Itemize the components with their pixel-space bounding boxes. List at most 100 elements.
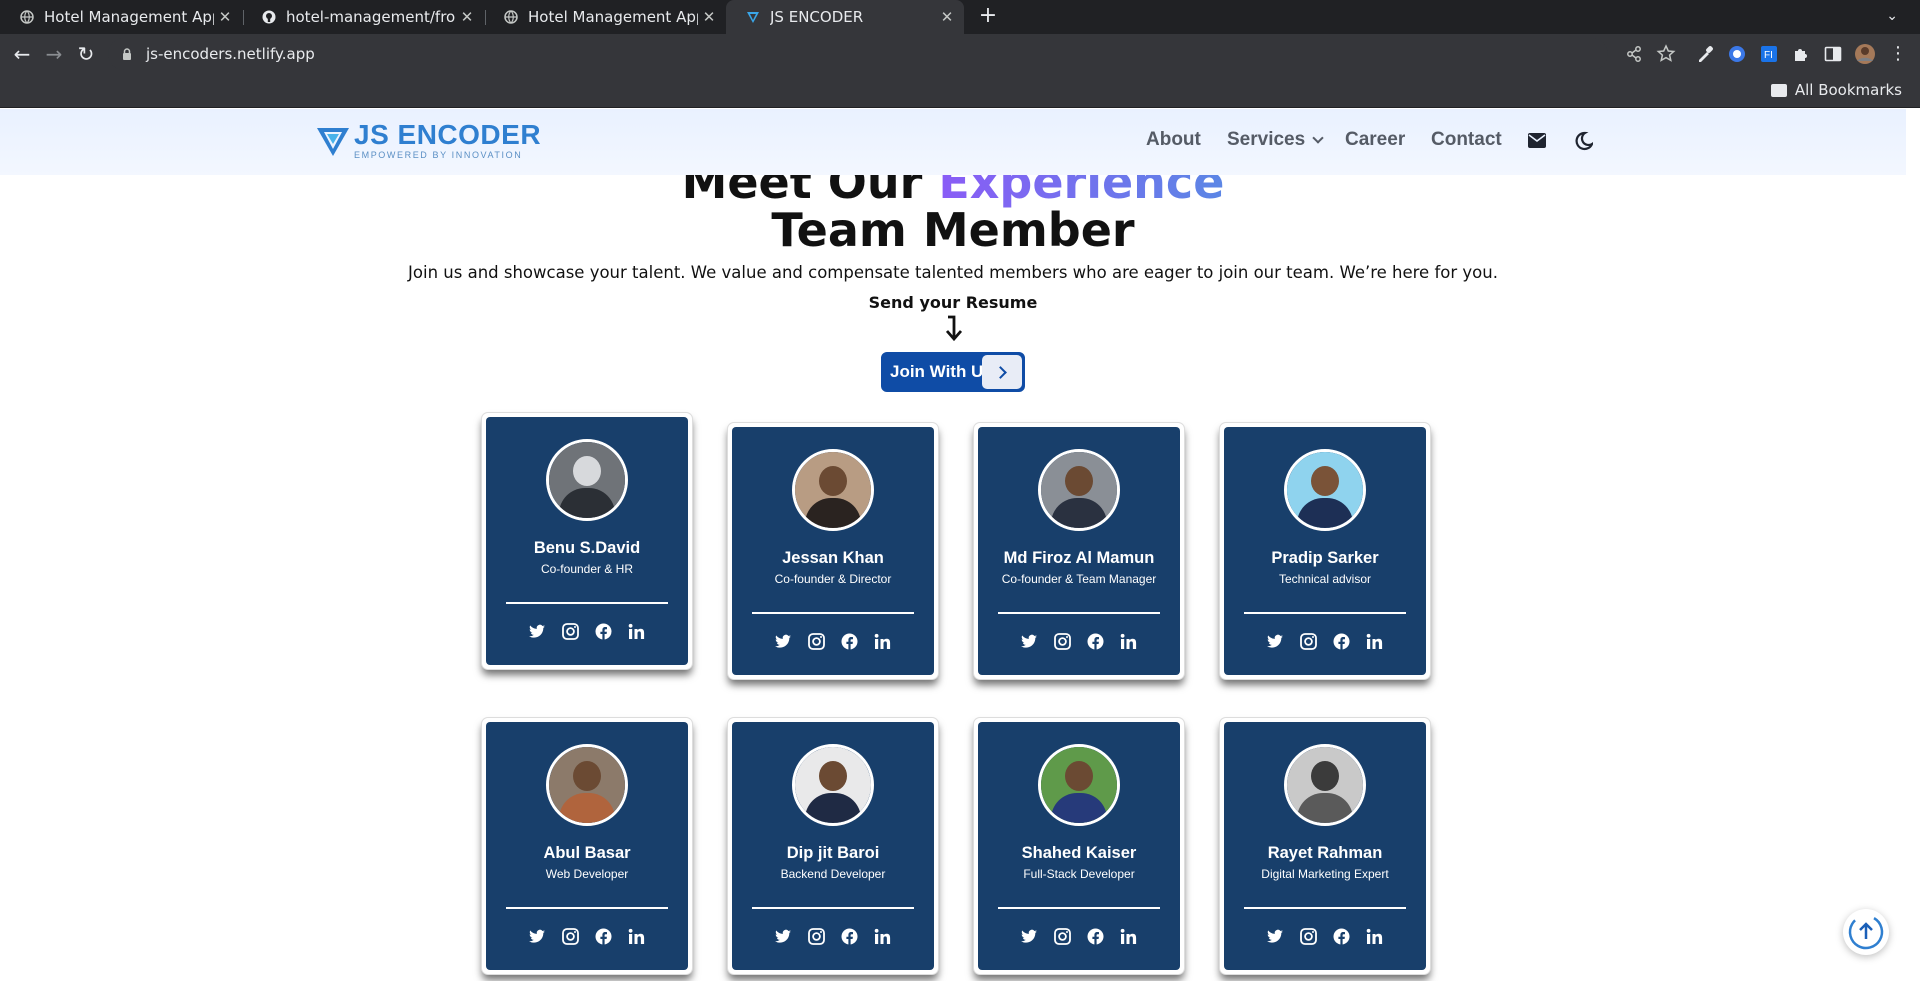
linkedin-icon[interactable] — [627, 927, 646, 946]
facebook-icon[interactable] — [840, 632, 859, 651]
nav-about[interactable]: About — [1146, 129, 1201, 151]
profile-avatar-icon[interactable] — [1854, 43, 1876, 65]
all-bookmarks-label: All Bookmarks — [1794, 81, 1902, 99]
team-card-body: Benu S.David Co-founder & HR — [486, 417, 688, 665]
reload-icon[interactable]: ↻ — [74, 42, 98, 66]
browser-tab-1[interactable]: Hotel Management Appli ✕ — [0, 0, 242, 34]
close-icon[interactable]: ✕ — [938, 8, 956, 26]
site-logo[interactable]: JS ENCODER EMPOWERED BY INNOVATION — [316, 121, 541, 160]
github-icon — [262, 10, 276, 24]
team-card-body: Rayet Rahman Digital Marketing Expert — [1224, 722, 1426, 970]
linkedin-icon[interactable] — [627, 622, 646, 641]
dark-mode-moon-icon[interactable] — [1573, 131, 1593, 151]
member-role: Technical advisor — [1278, 572, 1372, 586]
side-panel-icon[interactable] — [1822, 43, 1844, 65]
nav-services[interactable]: Services — [1227, 129, 1305, 151]
back-arrow-icon[interactable]: ← — [10, 42, 34, 66]
nav-services-dropdown[interactable]: Services — [1227, 129, 1324, 151]
tab-title: Hotel Management Appli — [528, 8, 698, 26]
kebab-menu-icon[interactable]: ⋮ — [1886, 42, 1910, 66]
linkedin-icon[interactable] — [1365, 927, 1384, 946]
arrow-up-icon — [1848, 914, 1884, 950]
facebook-icon[interactable] — [1086, 632, 1105, 651]
facebook-icon[interactable] — [594, 927, 613, 946]
facebook-icon[interactable] — [840, 927, 859, 946]
nav-career[interactable]: Career — [1345, 129, 1405, 151]
eyedropper-extension-icon[interactable] — [1694, 43, 1716, 65]
member-name: Md Firoz Al Mamun — [1003, 549, 1155, 567]
social-links — [732, 927, 934, 946]
linkedin-icon[interactable] — [873, 632, 892, 651]
twitter-icon[interactable] — [1266, 632, 1285, 651]
mail-icon[interactable] — [1528, 133, 1546, 148]
browser-tab-4[interactable]: JS ENCODER ✕ — [726, 0, 964, 34]
nav-contact[interactable]: Contact — [1431, 129, 1502, 151]
linkedin-icon[interactable] — [1365, 632, 1384, 651]
twitter-icon[interactable] — [774, 927, 793, 946]
page-viewport: Meet Our Experience Team Member JS ENCOD… — [0, 109, 1920, 981]
bookmark-star-icon[interactable] — [1655, 43, 1677, 65]
team-card: Dip jit Baroi Backend Developer — [728, 718, 938, 974]
facebook-icon[interactable] — [1332, 632, 1351, 651]
join-with-us-button[interactable]: Join With Us — [881, 352, 1025, 392]
js-encoder-logo-icon — [317, 127, 349, 156]
team-card-body: Abul Basar Web Developer — [486, 722, 688, 970]
twitter-icon[interactable] — [1020, 632, 1039, 651]
member-role: Full-Stack Developer — [1023, 867, 1135, 881]
globe-icon — [504, 10, 518, 24]
avatar — [792, 744, 874, 826]
team-card-body: Md Firoz Al Mamun Co-founder & Team Manag… — [978, 427, 1180, 675]
instagram-icon[interactable] — [807, 927, 826, 946]
team-card: Benu S.David Co-founder & HR — [482, 413, 692, 669]
instagram-icon[interactable] — [1053, 632, 1072, 651]
tab-title: Hotel Management Appli — [44, 8, 214, 26]
linkedin-icon[interactable] — [1119, 632, 1138, 651]
address-bar[interactable]: js-encoders.netlify.app — [108, 38, 1608, 70]
svg-text:FI: FI — [1764, 50, 1773, 61]
extension-fi-icon[interactable]: FI — [1758, 43, 1780, 65]
facebook-icon[interactable] — [1086, 927, 1105, 946]
lock-icon — [123, 48, 131, 60]
member-name: Jessan Khan — [782, 549, 884, 567]
puzzle-extensions-icon[interactable] — [1790, 43, 1812, 65]
scroll-to-top-button[interactable] — [1843, 909, 1889, 955]
all-bookmarks-button[interactable]: All Bookmarks — [1770, 81, 1902, 99]
join-button-label: Join With Us — [890, 362, 993, 381]
close-icon[interactable]: ✕ — [458, 8, 476, 26]
instagram-icon[interactable] — [561, 622, 580, 641]
facebook-icon[interactable] — [594, 622, 613, 641]
linkedin-icon[interactable] — [873, 927, 892, 946]
twitter-icon[interactable] — [528, 622, 547, 641]
card-divider — [506, 907, 668, 909]
instagram-icon[interactable] — [1299, 632, 1318, 651]
nav-contact-wrap: Contact — [1431, 129, 1502, 151]
twitter-icon[interactable] — [1266, 927, 1285, 946]
linkedin-icon[interactable] — [1119, 927, 1138, 946]
close-icon[interactable]: ✕ — [700, 8, 718, 26]
instagram-icon[interactable] — [561, 927, 580, 946]
browser-tab-3[interactable]: Hotel Management Appli ✕ — [484, 0, 726, 34]
member-role: Co-founder & HR — [540, 562, 634, 576]
member-role: Co-founder & Team Manager — [1001, 572, 1157, 586]
team-card: Md Firoz Al Mamun Co-founder & Team Manag… — [974, 423, 1184, 679]
extension-circle-icon[interactable] — [1726, 43, 1748, 65]
twitter-icon[interactable] — [528, 927, 547, 946]
twitter-icon[interactable] — [774, 632, 793, 651]
instagram-icon[interactable] — [807, 632, 826, 651]
new-tab-button[interactable]: + — [976, 5, 1000, 29]
twitter-icon[interactable] — [1020, 927, 1039, 946]
forward-arrow-icon[interactable]: → — [42, 42, 66, 66]
tab-title: hotel-management/front — [286, 8, 456, 26]
brand-tagline: EMPOWERED BY INNOVATION — [354, 150, 523, 160]
instagram-icon[interactable] — [1053, 927, 1072, 946]
browser-tab-bar: Hotel Management Appli ✕ hotel-managemen… — [0, 0, 1920, 34]
card-divider — [998, 907, 1160, 909]
share-icon[interactable] — [1623, 43, 1645, 65]
team-card-body: Shahed Kaiser Full-Stack Developer — [978, 722, 1180, 970]
close-icon[interactable]: ✕ — [216, 8, 234, 26]
instagram-icon[interactable] — [1299, 927, 1318, 946]
browser-tab-2[interactable]: hotel-management/front ✕ — [242, 0, 484, 34]
tab-search-chevron-icon[interactable]: ⌄ — [1886, 8, 1898, 24]
social-links — [1224, 632, 1426, 651]
facebook-icon[interactable] — [1332, 927, 1351, 946]
